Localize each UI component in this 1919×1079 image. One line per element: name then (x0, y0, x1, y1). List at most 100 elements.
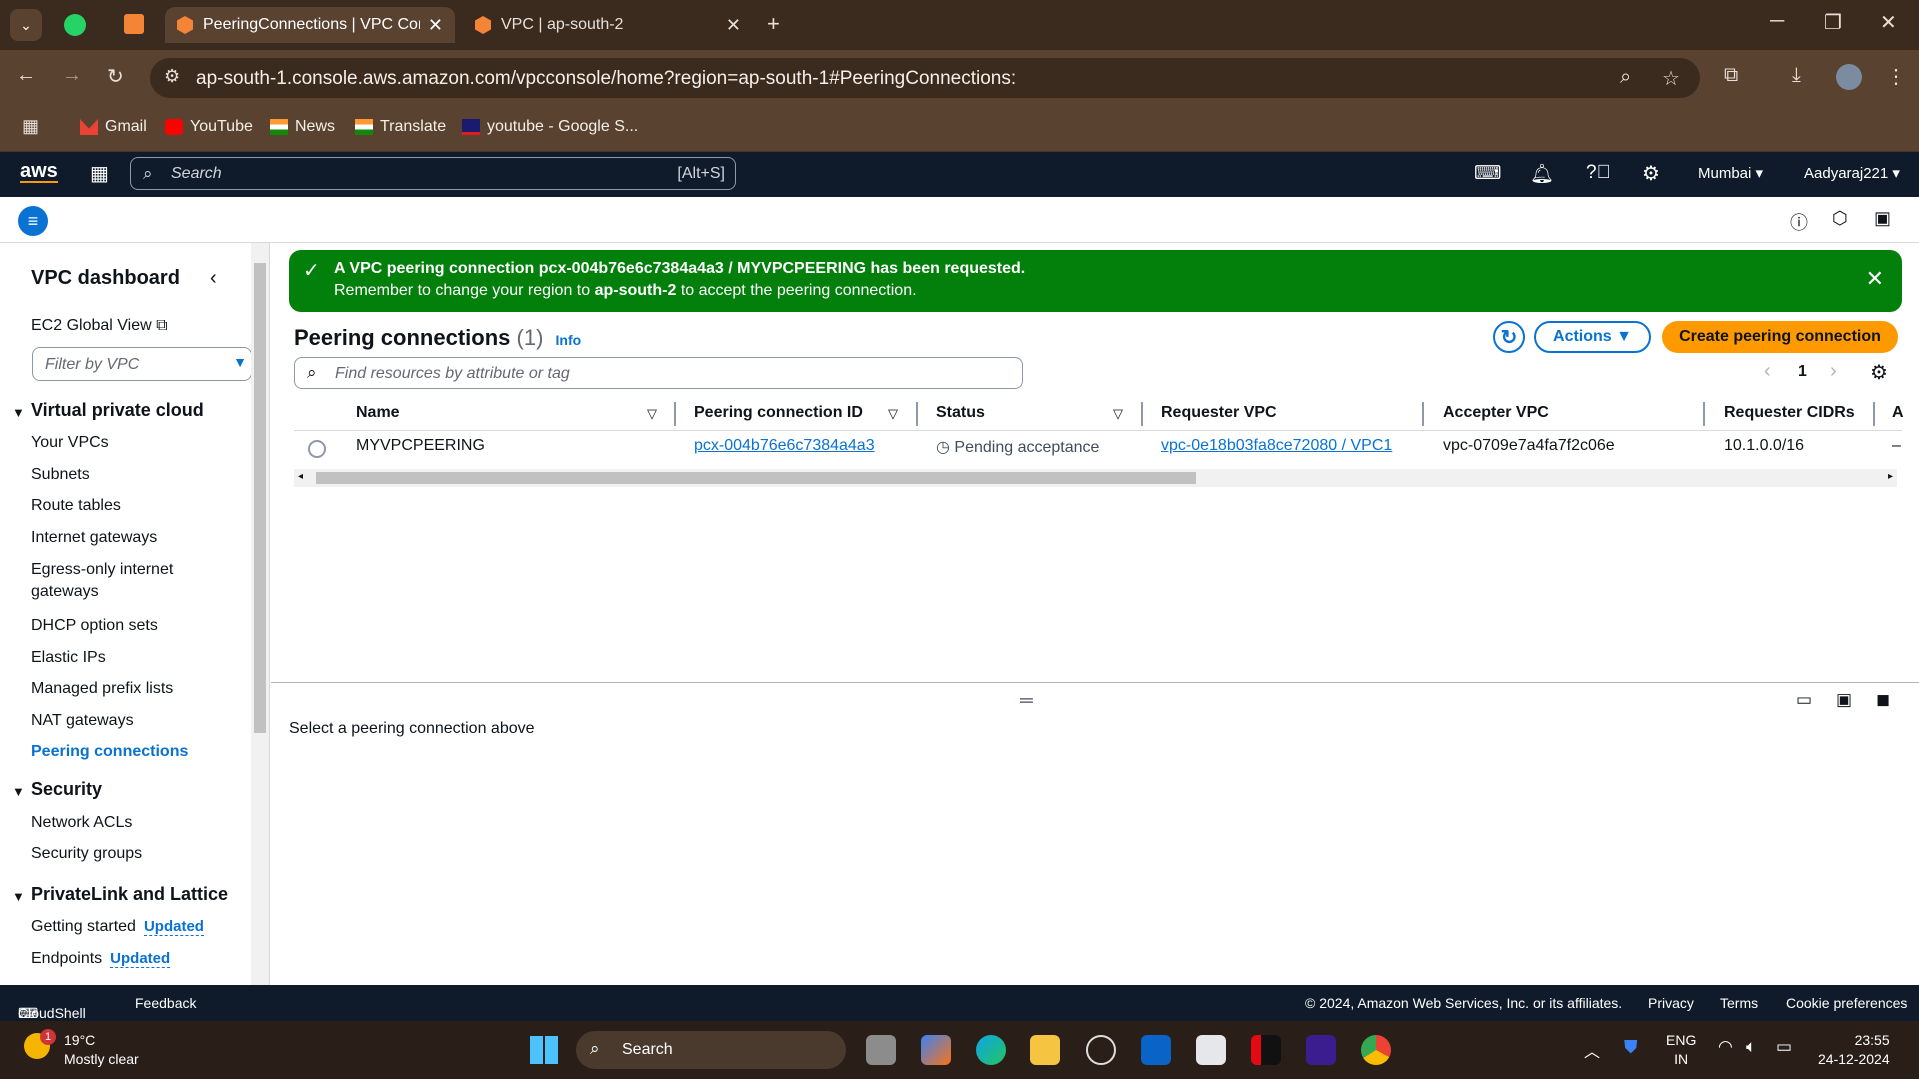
table-h-scrollbar[interactable]: ◂ ▸ (294, 469, 1897, 487)
volume-icon[interactable]: 🔈︎ (1746, 1037, 1756, 1057)
weather-widget[interactable]: 1 19°C Mostly clear (20, 1029, 160, 1071)
reload-icon[interactable]: ↻ (107, 64, 124, 89)
sidebar-item-dhcp[interactable]: DHCP option sets (31, 615, 158, 637)
copilot-icon[interactable] (921, 1035, 951, 1065)
extensions-icon[interactable]: ⧉ (1724, 64, 1738, 87)
panel-side-icon[interactable]: ▣ (1836, 690, 1852, 710)
table-settings-icon[interactable]: ⚙ (1870, 360, 1888, 385)
row-radio[interactable] (308, 440, 326, 458)
h-scrollbar-thumb[interactable] (316, 472, 1196, 484)
close-tab-icon[interactable]: ✕ (726, 15, 741, 36)
tutorial-icon[interactable]: ▣ (1874, 208, 1891, 229)
close-tab-icon[interactable]: ✕ (428, 15, 443, 36)
back-icon[interactable]: ← (16, 64, 36, 87)
cookie-preferences-link[interactable]: Cookie preferences (1786, 995, 1907, 1011)
panel-hide-icon[interactable]: ◼ (1876, 690, 1890, 710)
privacy-link[interactable]: Privacy (1648, 995, 1694, 1011)
new-tab-icon[interactable]: + (767, 11, 780, 37)
expand-caret-icon[interactable]: ▼ (12, 405, 25, 420)
site-info-icon[interactable]: ⚙ (164, 66, 180, 87)
scrollbar-thumb[interactable] (254, 263, 266, 733)
region-selector[interactable]: Mumbai ▾ (1698, 164, 1763, 182)
task-view-icon[interactable] (866, 1035, 896, 1065)
sidebar-item-getting-started[interactable]: Getting started Updated (31, 916, 204, 938)
filter-by-vpc-select[interactable]: Filter by VPC ▼ (32, 347, 252, 381)
sidebar-item-elastic-ips[interactable]: Elastic IPs (31, 647, 106, 669)
bookmark-star-icon[interactable]: ☆ (1662, 66, 1680, 91)
cell-peering-id[interactable]: pcx-004b76e6c7384a4a3 (694, 437, 875, 455)
sidebar-item-route-tables[interactable]: Route tables (31, 495, 121, 517)
outlook-icon[interactable] (1141, 1035, 1171, 1065)
services-grid-icon[interactable]: ▦ (90, 161, 109, 186)
restore-icon[interactable]: ❐ (1824, 10, 1842, 35)
bookmark-youtube[interactable]: YouTube (165, 118, 253, 136)
column-separator[interactable] (674, 402, 676, 426)
tab-peering-connections[interactable]: PeeringConnections | VPC Console ✕ (165, 7, 455, 43)
download-icon[interactable]: ⤓ (1792, 64, 1801, 87)
col-status[interactable]: Status (936, 404, 985, 422)
terms-link[interactable]: Terms (1720, 995, 1758, 1011)
taskbar-search[interactable]: ⌕ Search (576, 1031, 846, 1069)
split-panel-divider[interactable] (271, 682, 1919, 683)
scroll-left-icon[interactable]: ◂ (298, 471, 303, 482)
tab-vpc-ap-south-2[interactable]: VPC | ap-south-2 ✕ (463, 7, 753, 43)
bookmark-gmail[interactable]: Gmail (80, 118, 147, 136)
page-number[interactable]: 1 (1798, 363, 1807, 381)
amazon-music-icon[interactable] (1306, 1035, 1336, 1065)
sidebar-scrollbar[interactable] (251, 243, 269, 985)
ec2-global-view-link[interactable]: EC2 Global View ⧉ (31, 315, 168, 337)
sidebar-item-egress-only[interactable]: Egress-only internet (31, 559, 173, 581)
sidebar-title[interactable]: VPC dashboard (31, 267, 180, 290)
col-peering-id[interactable]: Peering connection ID (694, 404, 863, 422)
drag-handle-icon[interactable]: ═ (1020, 690, 1033, 711)
next-page-icon[interactable]: › (1830, 360, 1837, 383)
close-window-icon[interactable]: ✕ (1880, 10, 1897, 35)
dell-icon[interactable] (1086, 1035, 1116, 1065)
sidebar-item-egress-only-cont[interactable]: gateways (31, 581, 99, 603)
edge-icon[interactable] (976, 1035, 1006, 1065)
create-peering-button[interactable]: Create peering connection (1662, 321, 1898, 353)
aws-pinned-tab[interactable] (124, 14, 144, 34)
tab-search-button[interactable]: ⌄ (10, 9, 42, 41)
minimize-icon[interactable]: ─ (1770, 10, 1784, 33)
hexagon-icon[interactable]: ⬡ (1832, 208, 1848, 229)
bookmark-translate[interactable]: Translate (355, 118, 446, 136)
sort-icon[interactable]: ▽ (888, 406, 898, 422)
chrome-icon[interactable] (1361, 1035, 1391, 1065)
start-button[interactable] (530, 1036, 558, 1064)
settings-icon[interactable]: ⚙ (1642, 161, 1660, 186)
collapse-sidebar-icon[interactable]: ‹ (210, 267, 217, 290)
language-indicator[interactable]: ENG IN (1666, 1031, 1696, 1069)
info-link[interactable]: Info (556, 332, 582, 348)
sort-icon[interactable]: ▽ (647, 406, 657, 422)
aws-search-input[interactable]: ⌕ Search [Alt+S] (130, 157, 736, 190)
actions-button[interactable]: Actions ▼ (1534, 321, 1651, 353)
col-name[interactable]: Name (356, 404, 400, 422)
feedback-link[interactable]: Feedback (135, 995, 196, 1011)
cell-requester-vpc[interactable]: vpc-0e18b03fa8ce72080 / VPC1 (1161, 437, 1392, 455)
store-icon[interactable] (1196, 1035, 1226, 1065)
cloudshell-icon[interactable]: ⌨ (1474, 162, 1501, 185)
sidebar-item-internet-gateways[interactable]: Internet gateways (31, 527, 157, 549)
omnibox[interactable]: ⚙ ap-south-1.console.aws.amazon.com/vpcc… (150, 58, 1700, 98)
wifi-icon[interactable]: ◠ (1718, 1037, 1733, 1057)
refresh-button[interactable]: ↻ (1493, 321, 1525, 353)
expand-caret-icon[interactable]: ▼ (12, 889, 25, 904)
aws-logo[interactable]: aws (20, 161, 58, 183)
sidebar-item-network-acls[interactable]: Network ACLs (31, 812, 132, 834)
defender-icon[interactable]: ⛊ (1624, 1037, 1638, 1058)
col-accepter-vpc[interactable]: Accepter VPC (1443, 404, 1549, 422)
show-hidden-icons-icon[interactable]: ︿ (1584, 1038, 1600, 1062)
zoom-icon[interactable]: ⌕ (1620, 66, 1631, 89)
sidebar-item-peering-connections[interactable]: Peering connections (31, 741, 188, 763)
account-menu[interactable]: Aadyaraj221 ▾ (1804, 164, 1900, 182)
expand-caret-icon[interactable]: ▼ (12, 784, 25, 799)
apps-grid-icon[interactable]: ▦ (22, 116, 39, 137)
col-truncated[interactable]: A (1892, 404, 1904, 422)
resource-search-input[interactable]: ⌕ Find resources by attribute or tag (294, 357, 1023, 389)
bookmark-news[interactable]: News (270, 118, 335, 136)
column-separator[interactable] (916, 402, 918, 426)
sidebar-item-subnets[interactable]: Subnets (31, 464, 90, 486)
sort-icon[interactable]: ▽ (1113, 406, 1123, 422)
forward-icon[interactable]: → (62, 64, 82, 87)
